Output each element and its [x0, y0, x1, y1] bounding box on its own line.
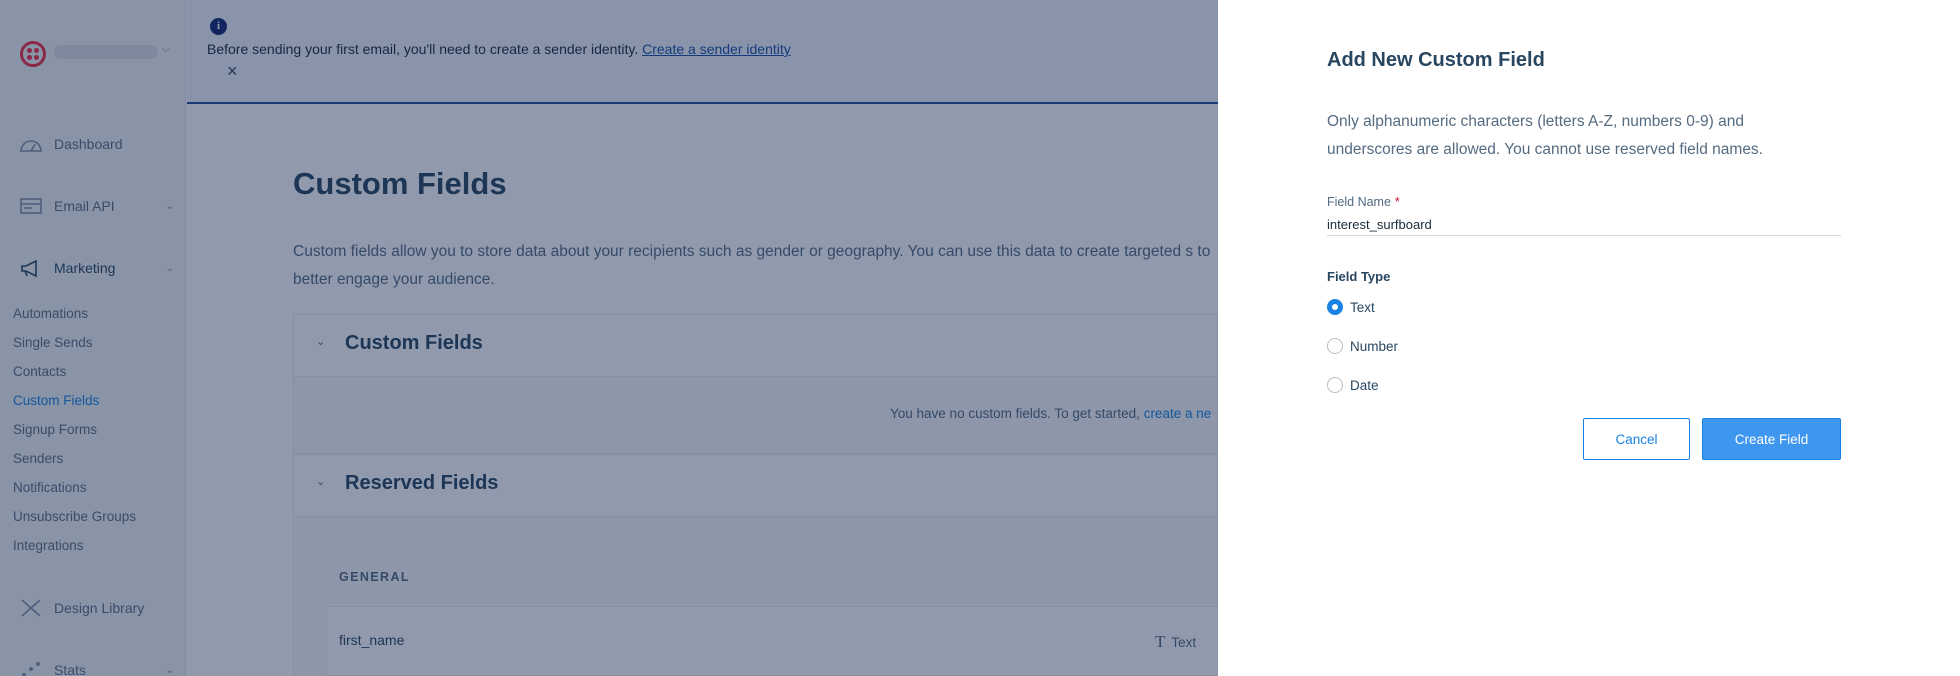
drawer-title: Add New Custom Field — [1327, 49, 1545, 71]
radio-label: Number — [1350, 338, 1399, 354]
cancel-button[interactable]: Cancel — [1583, 418, 1690, 460]
create-field-button[interactable]: Create Field — [1702, 418, 1841, 460]
radio-unselected-icon[interactable] — [1327, 377, 1343, 393]
field-type-label: Field Type — [1327, 269, 1391, 284]
radio-label: Date — [1350, 377, 1379, 393]
radio-selected-icon[interactable] — [1327, 299, 1343, 315]
field-name-label: Field Name * — [1327, 195, 1400, 209]
field-name-input[interactable] — [1327, 214, 1841, 236]
add-custom-field-drawer: Add New Custom Field Only alphanumeric c… — [1218, 0, 1960, 676]
field-type-text-radio[interactable]: Text — [1327, 299, 1375, 315]
field-type-date-radio[interactable]: Date — [1327, 377, 1379, 393]
radio-unselected-icon[interactable] — [1327, 338, 1343, 354]
required-marker: * — [1394, 195, 1400, 209]
modal-overlay[interactable] — [0, 0, 1218, 676]
drawer-description: Only alphanumeric characters (letters A-… — [1327, 113, 1763, 158]
radio-label: Text — [1350, 299, 1375, 315]
field-type-number-radio[interactable]: Number — [1327, 338, 1398, 354]
